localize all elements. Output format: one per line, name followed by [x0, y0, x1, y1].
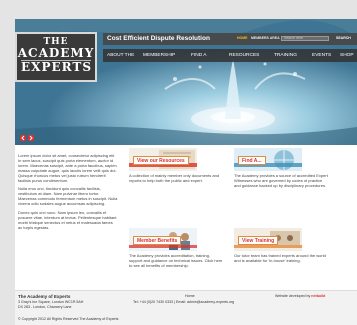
member-benefits-image: Member Benefits	[129, 228, 197, 251]
nav-about[interactable]: ABOUT THE	[107, 49, 134, 62]
footer-contact: Tel: +44 (0)20 7430 0333 | Email: admin@…	[133, 300, 235, 304]
footer-credit: Website developed by netbuild	[275, 294, 325, 298]
netbuild-link[interactable]: netbuild	[311, 294, 325, 298]
academy-logo[interactable]: THE ACADEMY EXPERTS	[15, 32, 97, 82]
top-bar: Cost Efficient Dispute Resolution HOME M…	[103, 33, 357, 45]
top-link-members-area[interactable]: MEMBERS AREA	[251, 36, 280, 41]
footer: The Academy of Experts 3 Gray's Inn Squa…	[15, 290, 357, 325]
training-image: View Training	[234, 228, 302, 251]
footer-home-link[interactable]: Home	[185, 294, 195, 298]
arrow-left-icon[interactable]	[20, 135, 26, 141]
resources-description: A collection of mainly member only docum…	[129, 173, 220, 183]
main-nav: ABOUT THE MEMBERSHIP FIND A RESOURCES TR…	[103, 49, 357, 62]
footer-copyright: © Copyright 2012 All Rights Reserved The…	[18, 317, 119, 321]
view-training-button[interactable]: View Training	[238, 236, 279, 245]
footer-credit-text: Website developed by	[275, 294, 311, 298]
logo-line-2: ACADEMY	[17, 46, 95, 60]
logo-line-3: EXPERTS	[21, 60, 92, 74]
site-tagline: Cost Efficient Dispute Resolution	[107, 35, 210, 42]
member-benefits-description: The Academy provides accreditation, trai…	[129, 253, 223, 268]
footer-title: The Academy of Experts	[18, 294, 71, 299]
footer-address-line-1: 3 Gray's Inn Square, London WC1R 5AH	[18, 300, 84, 304]
site-wrapper: THE ACADEMY EXPERTS Cost Efficient Dispu…	[15, 19, 357, 325]
intro-paragraph: Donec quis orci nunc. Nam ipsum leo, con…	[18, 210, 117, 230]
hero-banner: THE ACADEMY EXPERTS Cost Efficient Dispu…	[15, 19, 357, 145]
member-benefits-button[interactable]: Member Benefits	[133, 236, 182, 245]
nav-find-a[interactable]: FIND A	[191, 49, 206, 62]
nav-events[interactable]: EVENTS	[312, 49, 331, 62]
nav-shop[interactable]: SHOP	[340, 49, 354, 62]
top-link-home[interactable]: HOME	[237, 36, 248, 41]
find-a-description: The Academy provides a source of accredi…	[234, 173, 328, 188]
training-box: View Training Our tutor team has trained…	[234, 228, 329, 264]
member-benefits-box: Member Benefits The Academy provides acc…	[129, 228, 224, 269]
find-a-box: Find A... The Academy provides a source …	[234, 148, 329, 189]
arrow-right-icon[interactable]	[28, 135, 34, 141]
intro-text: Lorem ipsum dolor sit amet, consectetur …	[18, 153, 118, 235]
nav-resources[interactable]: RESOURCES	[229, 49, 259, 62]
find-a-button[interactable]: Find A...	[238, 156, 266, 165]
search-button[interactable]: SEARCH	[336, 36, 351, 41]
find-a-image: Find A...	[234, 148, 302, 171]
nav-training[interactable]: TRAINING	[274, 49, 297, 62]
footer-address-line-2: DX 283 - London, Chancery Lane	[18, 305, 72, 309]
intro-paragraph: Lorem ipsum dolor sit amet, consectetur …	[18, 153, 117, 183]
training-description: Our tutor team has trained experts aroun…	[234, 253, 326, 263]
resources-image: View our Resources	[129, 148, 197, 171]
intro-paragraph: Nulla eros orci, tincidunt quis convalli…	[18, 186, 118, 207]
page: THE ACADEMY EXPERTS Cost Efficient Dispu…	[0, 0, 357, 325]
nav-membership[interactable]: MEMBERSHIP	[143, 49, 175, 62]
resources-box: View our Resources A collection of mainl…	[129, 148, 224, 184]
view-resources-button[interactable]: View our Resources	[133, 156, 189, 165]
search-input[interactable]: Search here	[281, 36, 329, 41]
